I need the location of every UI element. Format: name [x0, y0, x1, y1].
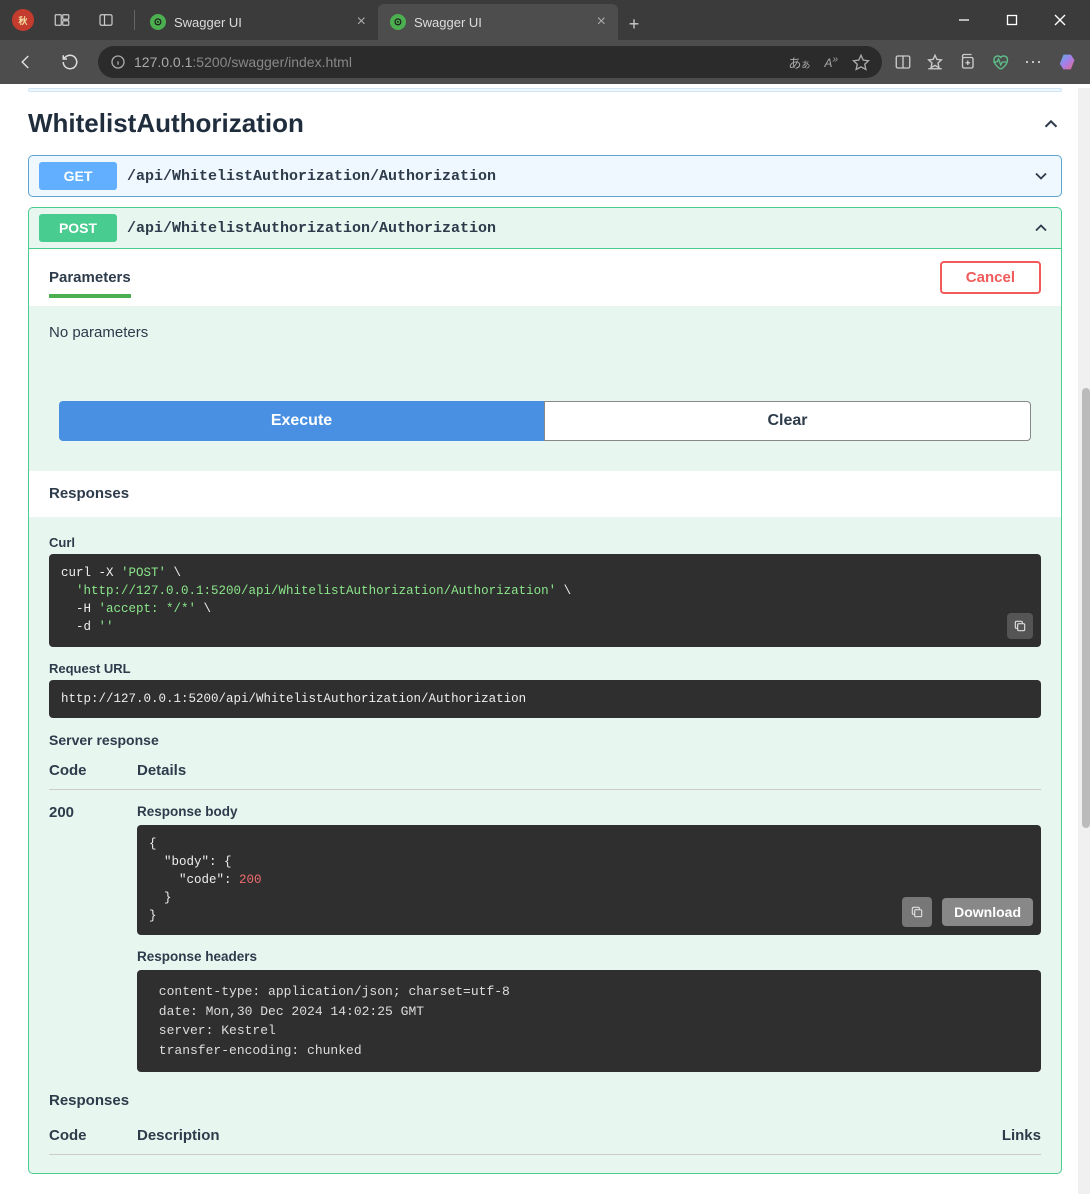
- new-tab-button[interactable]: +: [618, 8, 650, 40]
- request-url-label: Request URL: [49, 661, 1041, 676]
- execute-button[interactable]: Execute: [59, 401, 544, 441]
- back-button[interactable]: [10, 46, 42, 78]
- cancel-button[interactable]: Cancel: [940, 261, 1041, 294]
- scrollbar[interactable]: [1078, 88, 1090, 1194]
- response-body-label: Response body: [137, 804, 1041, 819]
- tag-title: WhitelistAuthorization: [28, 108, 304, 139]
- browser-tab[interactable]: ⊙ Swagger UI ×: [138, 4, 378, 40]
- operation-summary[interactable]: GET /api/WhitelistAuthorization/Authoriz…: [29, 156, 1061, 196]
- copy-response-button[interactable]: [902, 897, 932, 927]
- swagger-favicon-icon: ⊙: [150, 14, 166, 30]
- server-response-label: Server response: [49, 732, 1041, 748]
- translate-icon[interactable]: ああ: [788, 53, 810, 72]
- no-parameters-text: No parameters: [29, 306, 1061, 391]
- maximize-button[interactable]: [990, 5, 1034, 35]
- download-button[interactable]: Download: [942, 898, 1033, 926]
- response-headers-block: content-type: application/json; charset=…: [137, 970, 1041, 1072]
- read-aloud-icon[interactable]: A»: [824, 54, 838, 70]
- response-code: 200: [49, 804, 137, 1073]
- refresh-button[interactable]: [54, 46, 86, 78]
- col-description-label: Description: [137, 1127, 961, 1144]
- request-url-block: http://127.0.0.1:5200/api/WhitelistAutho…: [49, 680, 1041, 718]
- operation-post: POST /api/WhitelistAuthorization/Authori…: [28, 207, 1062, 1174]
- tab-close-button[interactable]: ×: [597, 13, 606, 31]
- col-details-label: Details: [137, 762, 1041, 779]
- favorite-icon[interactable]: [852, 53, 870, 71]
- address-bar[interactable]: 127.0.0.1:5200/swagger/index.html ああ A»: [98, 46, 882, 78]
- tag-header[interactable]: WhitelistAuthorization: [28, 102, 1062, 145]
- curl-label: Curl: [49, 535, 1041, 550]
- operation-get: GET /api/WhitelistAuthorization/Authoriz…: [28, 155, 1062, 197]
- col-links-label: Links: [961, 1127, 1041, 1144]
- response-headers-label: Response headers: [137, 949, 1041, 964]
- response-row: 200 Response body { "body": { "code": 20…: [49, 789, 1041, 1073]
- clear-button[interactable]: Clear: [544, 401, 1031, 441]
- profile-icon[interactable]: 秋: [12, 9, 34, 31]
- browser-chrome: 秋 ⊙ Swagger UI × ⊙ Swagger UI × + 127.0.…: [0, 0, 1090, 84]
- responses-header: Responses: [29, 471, 1061, 517]
- col-code-label: Code: [49, 762, 137, 779]
- curl-command-block: curl -X 'POST' \ 'http://127.0.0.1:5200/…: [49, 554, 1041, 647]
- close-window-button[interactable]: [1038, 5, 1082, 35]
- tab-title: Swagger UI: [414, 15, 482, 30]
- responses-section-label: Responses: [49, 1092, 1041, 1109]
- swagger-favicon-icon: ⊙: [390, 14, 406, 30]
- more-menu-button[interactable]: ⋯: [1024, 52, 1044, 73]
- response-body-block: { "body": { "code": 200 } }Download: [137, 825, 1041, 936]
- chevron-down-icon[interactable]: [1031, 166, 1051, 186]
- copilot-icon[interactable]: [1058, 51, 1080, 73]
- operation-path: /api/WhitelistAuthorization/Authorizatio…: [127, 168, 496, 185]
- browser-tab-active[interactable]: ⊙ Swagger UI ×: [378, 4, 618, 40]
- chevron-up-icon: [1040, 113, 1062, 135]
- tab-title: Swagger UI: [174, 15, 242, 30]
- response-table-header: Code Details: [49, 752, 1041, 789]
- operation-summary[interactable]: POST /api/WhitelistAuthorization/Authori…: [29, 208, 1061, 248]
- favorites-bar-icon[interactable]: [926, 53, 944, 71]
- parameters-header: Parameters Cancel: [29, 249, 1061, 306]
- workspaces-icon[interactable]: [46, 4, 78, 36]
- tab-actions-icon[interactable]: [90, 4, 122, 36]
- collapsed-section-edge: [28, 88, 1062, 92]
- url-host: 127.0.0.1: [134, 54, 192, 70]
- method-badge-get: GET: [39, 162, 117, 190]
- chevron-up-icon[interactable]: [1031, 218, 1051, 238]
- site-info-icon[interactable]: [110, 54, 126, 70]
- method-badge-post: POST: [39, 214, 117, 242]
- health-icon[interactable]: [990, 53, 1010, 71]
- copy-curl-button[interactable]: [1007, 613, 1033, 639]
- col-code-label: Code: [49, 1127, 137, 1144]
- operation-path: /api/WhitelistAuthorization/Authorizatio…: [127, 220, 496, 237]
- split-screen-icon[interactable]: [894, 53, 912, 71]
- response-doc-table-header: Code Description Links: [49, 1117, 1041, 1155]
- parameters-label: Parameters: [49, 269, 131, 286]
- tab-close-button[interactable]: ×: [357, 13, 366, 31]
- minimize-button[interactable]: [942, 5, 986, 35]
- responses-label: Responses: [49, 485, 129, 502]
- url-path: :5200/swagger/index.html: [192, 54, 352, 70]
- collections-icon[interactable]: [958, 53, 976, 71]
